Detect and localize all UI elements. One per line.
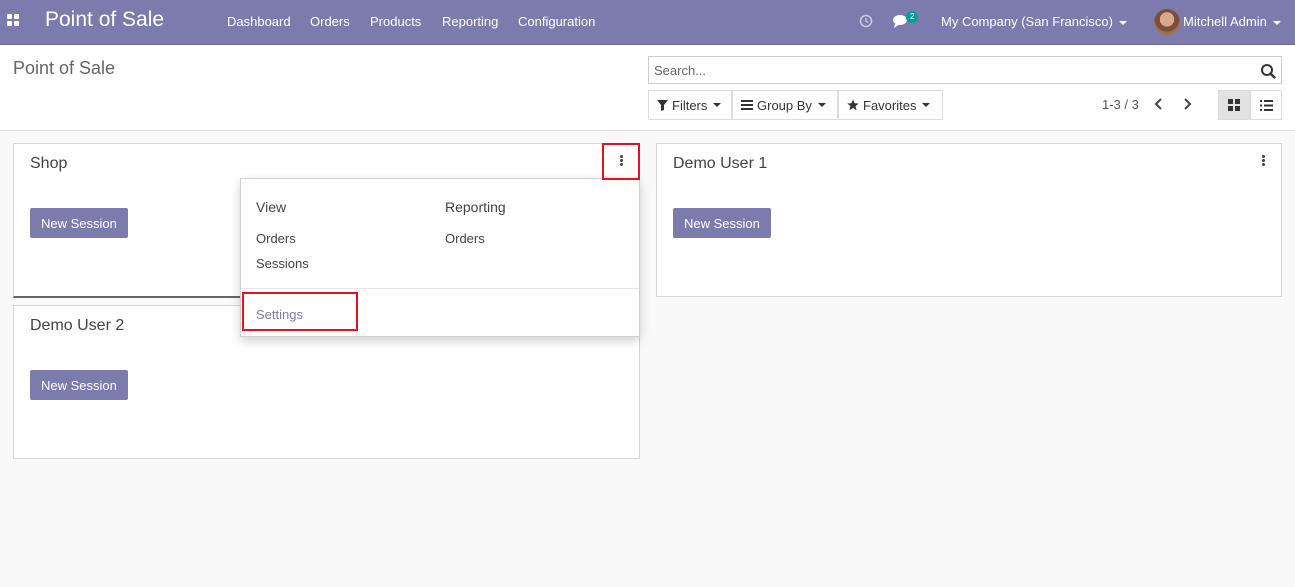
kanban-grid-icon xyxy=(1228,99,1240,111)
control-panel: Point of Sale Filters Group By Favorites… xyxy=(0,45,1295,131)
filter-icon xyxy=(657,99,668,111)
activity-clock-icon[interactable] xyxy=(859,14,873,28)
chevron-down-icon xyxy=(1272,20,1281,25)
search-bar[interactable] xyxy=(648,56,1282,84)
user-name: Mitchell Admin xyxy=(1183,14,1267,29)
settings-link[interactable]: Settings xyxy=(256,307,303,322)
new-session-button[interactable]: New Session xyxy=(30,370,128,400)
menu-products[interactable]: Products xyxy=(370,14,421,29)
list-icon xyxy=(1259,99,1273,111)
card-title: Demo User 2 xyxy=(30,317,125,334)
pager-next-icon[interactable] xyxy=(1180,96,1194,112)
dropdown-divider xyxy=(241,288,639,289)
group-by-label: Group By xyxy=(757,97,812,113)
pager-previous-icon[interactable] xyxy=(1152,96,1166,112)
kanban-view-button[interactable] xyxy=(1218,90,1250,120)
company-switcher[interactable]: My Company (San Francisco) xyxy=(941,14,1127,29)
favorites-button[interactable]: Favorites xyxy=(838,90,943,120)
apps-menu-icon[interactable] xyxy=(6,13,20,27)
filters-label: Filters xyxy=(672,97,708,113)
new-session-button[interactable]: New Session xyxy=(30,208,128,238)
messages-badge: 2 xyxy=(906,11,919,23)
chevron-down-icon xyxy=(1118,20,1127,25)
card-kebab-menu-icon[interactable] xyxy=(1257,153,1271,171)
favorites-label: Favorites xyxy=(863,97,917,113)
app-brand[interactable]: Point of Sale xyxy=(45,8,164,32)
search-icon[interactable] xyxy=(1260,63,1276,79)
chevron-down-icon xyxy=(713,103,722,107)
card-title: Demo User 1 xyxy=(673,155,768,172)
chevron-down-icon xyxy=(817,103,826,107)
menu-orders[interactable]: Orders xyxy=(310,14,350,29)
pos-card-demo-user-1: Demo User 1 New Session xyxy=(656,143,1282,297)
card-kebab-menu-icon[interactable] xyxy=(615,153,629,171)
star-icon xyxy=(847,99,859,111)
view-section-heading: View xyxy=(256,199,287,215)
company-name: My Company (San Francisco) xyxy=(941,14,1113,29)
user-avatar[interactable] xyxy=(1154,9,1180,35)
page-title: Point of Sale xyxy=(13,58,116,78)
user-menu[interactable]: Mitchell Admin xyxy=(1183,14,1281,29)
menu-reporting[interactable]: Reporting xyxy=(442,14,498,29)
filters-button[interactable]: Filters xyxy=(648,90,732,120)
view-sessions-link[interactable]: Sessions xyxy=(256,256,309,271)
top-navbar: Point of Sale Dashboard Orders Products … xyxy=(0,0,1295,45)
menu-dashboard[interactable]: Dashboard xyxy=(227,14,291,29)
card-title: Shop xyxy=(30,155,68,172)
new-session-button[interactable]: New Session xyxy=(673,208,771,238)
card-options-dropdown: View Orders Sessions Reporting Orders Se… xyxy=(240,178,640,337)
list-view-button[interactable] xyxy=(1250,90,1282,120)
reporting-section-heading: Reporting xyxy=(445,199,506,215)
group-by-bars-icon xyxy=(741,100,753,110)
search-input[interactable] xyxy=(649,57,1249,83)
view-orders-link[interactable]: Orders xyxy=(256,231,296,246)
menu-configuration[interactable]: Configuration xyxy=(518,14,595,29)
group-by-button[interactable]: Group By xyxy=(732,90,838,120)
reporting-orders-link[interactable]: Orders xyxy=(445,231,485,246)
chevron-down-icon xyxy=(922,103,931,107)
pager-value[interactable]: 1-3 / 3 xyxy=(1102,97,1139,112)
